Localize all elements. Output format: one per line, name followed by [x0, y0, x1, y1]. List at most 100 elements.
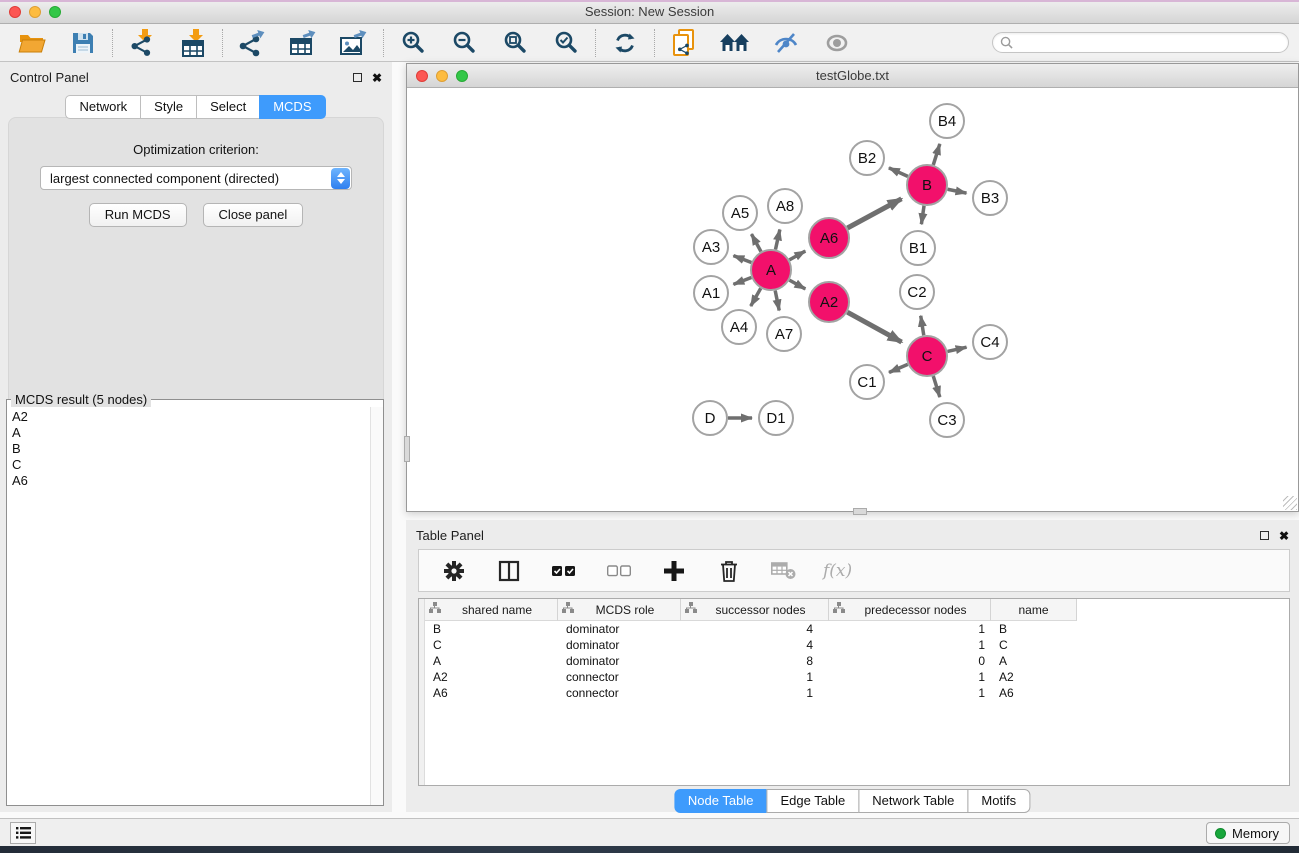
- edge-A-A7[interactable]: [775, 291, 779, 311]
- tab-edge-table[interactable]: Edge Table: [766, 789, 859, 813]
- tab-node-table[interactable]: Node Table: [674, 789, 768, 813]
- toolbar-separator: [654, 29, 655, 57]
- mcds-item[interactable]: B: [12, 441, 383, 457]
- column-header-MCDS-role[interactable]: MCDS role: [558, 599, 681, 621]
- edge-A-A8[interactable]: [775, 229, 779, 249]
- float-table-panel-icon[interactable]: [1260, 531, 1269, 540]
- zoom-in-icon[interactable]: [397, 27, 429, 59]
- app-titlebar: Session: New Session: [0, 0, 1299, 24]
- cell-shared-name: B: [425, 622, 558, 636]
- export-image-icon[interactable]: [338, 27, 370, 59]
- import-table-icon[interactable]: [177, 27, 209, 59]
- zoom-window-button[interactable]: [49, 6, 61, 18]
- node-label-C: C: [922, 348, 933, 365]
- home-icon[interactable]: [719, 27, 751, 59]
- zoom-out-icon[interactable]: [448, 27, 480, 59]
- export-table-icon[interactable]: [287, 27, 319, 59]
- close-table-panel-icon[interactable]: ✖: [1279, 531, 1289, 541]
- zoom-fit-icon[interactable]: [499, 27, 531, 59]
- close-panel-button[interactable]: Close panel: [203, 203, 304, 227]
- tab-style[interactable]: Style: [140, 95, 197, 119]
- column-header-shared-name[interactable]: shared name: [425, 599, 558, 621]
- task-history-button[interactable]: [10, 822, 36, 844]
- tab-motifs[interactable]: Motifs: [967, 789, 1030, 813]
- edge-A2-C[interactable]: [847, 312, 901, 342]
- edge-C-C2[interactable]: [921, 316, 924, 336]
- left-splitter-handle[interactable]: [404, 436, 410, 462]
- table-row[interactable]: Cdominator41C: [425, 637, 1289, 653]
- tab-mcds[interactable]: MCDS: [259, 95, 325, 119]
- close-panel-icon[interactable]: ✖: [372, 73, 382, 83]
- tab-network[interactable]: Network: [65, 95, 141, 119]
- mcds-item[interactable]: A6: [12, 473, 383, 489]
- edge-C-C1[interactable]: [889, 364, 908, 372]
- split-column-icon[interactable]: [493, 555, 525, 587]
- column-header-successor-nodes[interactable]: successor nodes: [681, 599, 829, 621]
- network-close-button[interactable]: [416, 70, 428, 82]
- delete-table-icon[interactable]: [768, 555, 800, 587]
- gear-icon[interactable]: [438, 555, 470, 587]
- import-network-icon[interactable]: [126, 27, 158, 59]
- app-title: Session: New Session: [585, 4, 714, 19]
- edge-B-B2[interactable]: [889, 168, 908, 177]
- mcds-item[interactable]: A: [12, 425, 383, 441]
- add-column-icon[interactable]: [658, 555, 690, 587]
- node-label-A2: A2: [820, 294, 838, 311]
- edge-A-A1[interactable]: [733, 278, 751, 285]
- node-label-D1: D1: [766, 410, 785, 427]
- network-minimize-button[interactable]: [436, 70, 448, 82]
- hierarchy-icon: [429, 602, 441, 617]
- mcds-scrollbar[interactable]: [370, 407, 383, 805]
- edge-C-C4[interactable]: [947, 347, 966, 351]
- refresh-icon[interactable]: [609, 27, 641, 59]
- mcds-item[interactable]: C: [12, 457, 383, 473]
- cell-successor-nodes: 1: [681, 670, 829, 684]
- run-mcds-button[interactable]: Run MCDS: [89, 203, 187, 227]
- edge-A-A3[interactable]: [733, 256, 751, 263]
- edge-C-C3[interactable]: [933, 376, 940, 397]
- cell-MCDS-role: dominator: [558, 622, 681, 636]
- column-header-predecessor-nodes[interactable]: predecessor nodes: [829, 599, 991, 621]
- search-input[interactable]: [1013, 35, 1288, 51]
- delete-icon[interactable]: [713, 555, 745, 587]
- minimize-window-button[interactable]: [29, 6, 41, 18]
- show-eye-icon[interactable]: [821, 27, 853, 59]
- table-toolbar: f(x): [418, 549, 1290, 592]
- bottom-splitter-handle[interactable]: [853, 508, 867, 515]
- edge-A6-B[interactable]: [847, 199, 901, 228]
- network-canvas[interactable]: B4B2BB3A8A5A6A3B1AA1C2A2A4A7C4CC1C3DD1: [407, 89, 1298, 511]
- save-session-icon[interactable]: [67, 27, 99, 59]
- search-field[interactable]: [992, 32, 1289, 53]
- edge-B-B1[interactable]: [921, 206, 924, 224]
- edge-A-A4[interactable]: [751, 288, 761, 306]
- float-panel-icon[interactable]: [353, 73, 362, 82]
- close-window-button[interactable]: [9, 6, 21, 18]
- edge-A-A6[interactable]: [789, 251, 805, 260]
- column-header-name[interactable]: name: [991, 599, 1077, 621]
- function-builder-icon[interactable]: f(x): [823, 561, 852, 581]
- tab-select[interactable]: Select: [196, 95, 260, 119]
- edge-A-A2[interactable]: [789, 280, 805, 289]
- table-row[interactable]: A6connector11A6: [425, 685, 1289, 701]
- cell-MCDS-role: dominator: [558, 654, 681, 668]
- mcds-item[interactable]: A2: [12, 409, 383, 425]
- open-session-icon[interactable]: [16, 27, 48, 59]
- edge-A-A5[interactable]: [751, 234, 761, 251]
- table-row[interactable]: Adominator80A: [425, 653, 1289, 669]
- resize-grip[interactable]: [1283, 496, 1297, 510]
- criterion-select[interactable]: largest connected component (directed): [40, 166, 352, 190]
- clone-network-icon[interactable]: [668, 27, 700, 59]
- edge-B-B4[interactable]: [933, 144, 940, 165]
- memory-button[interactable]: Memory: [1206, 822, 1290, 844]
- tab-network-table[interactable]: Network Table: [858, 789, 968, 813]
- hide-graphics-details-icon[interactable]: [770, 27, 802, 59]
- export-network-icon[interactable]: [236, 27, 268, 59]
- node-label-A7: A7: [775, 326, 793, 343]
- zoom-selected-icon[interactable]: [550, 27, 582, 59]
- network-zoom-button[interactable]: [456, 70, 468, 82]
- edge-B-B3[interactable]: [948, 189, 967, 193]
- select-all-icon[interactable]: [548, 555, 580, 587]
- table-row[interactable]: A2connector11A2: [425, 669, 1289, 685]
- table-row[interactable]: Bdominator41B: [425, 621, 1289, 637]
- unselect-all-icon[interactable]: [603, 555, 635, 587]
